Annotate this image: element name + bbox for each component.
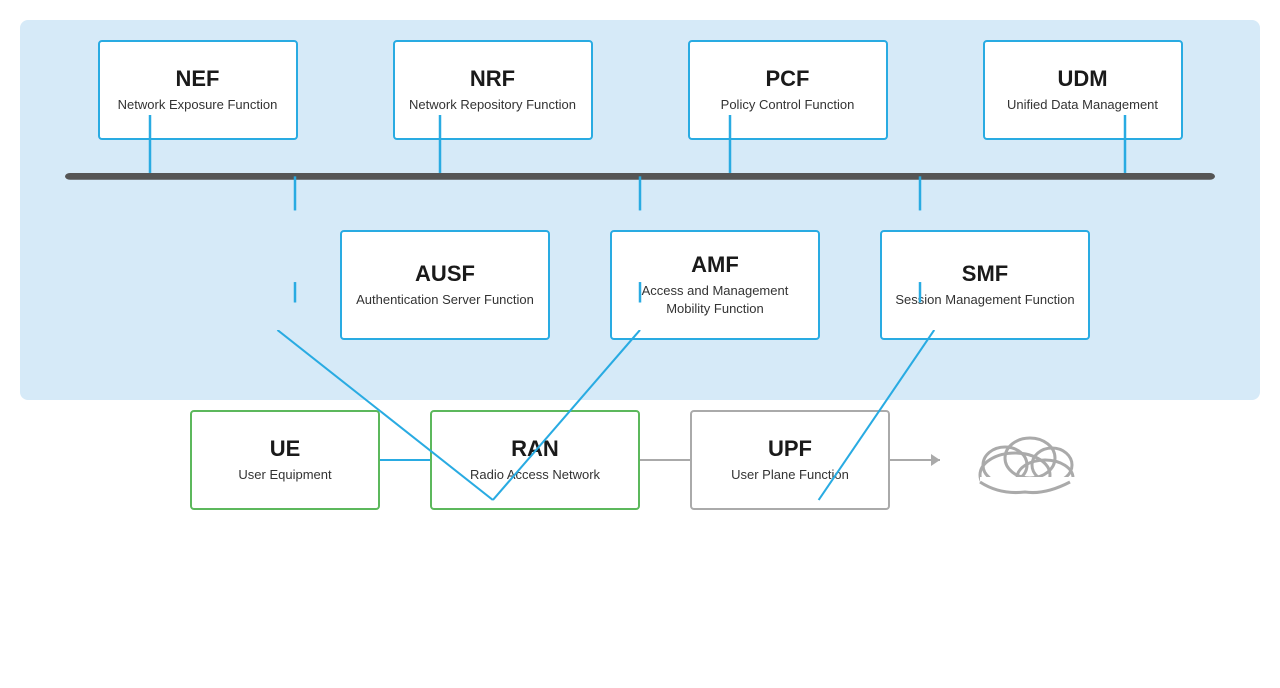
smf-box: SMF Session Management Function <box>880 230 1090 340</box>
ausf-subtitle: Authentication Server Function <box>356 291 534 309</box>
smf-subtitle: Session Management Function <box>895 291 1074 309</box>
bottom-section: UE User Equipment RAN Radio Access Netwo… <box>20 410 1260 510</box>
udm-box: UDM Unified Data Management <box>983 40 1183 140</box>
nrf-subtitle: Network Repository Function <box>409 96 576 114</box>
upf-cloud-connector <box>890 459 940 462</box>
ran-upf-connector <box>640 459 690 462</box>
ue-box: UE User Equipment <box>190 410 380 510</box>
ran-box: RAN Radio Access Network <box>430 410 640 510</box>
amf-subtitle: Access and Management Mobility Function <box>624 282 806 318</box>
ran-subtitle: Radio Access Network <box>470 466 600 484</box>
upf-title: UPF <box>768 436 812 462</box>
upf-subtitle: User Plane Function <box>731 466 849 484</box>
ue-subtitle: User Equipment <box>238 466 331 484</box>
smf-title: SMF <box>962 261 1008 287</box>
amf-title: AMF <box>691 252 739 278</box>
amf-box: AMF Access and Management Mobility Funct… <box>610 230 820 340</box>
nef-box: NEF Network Exposure Function <box>98 40 298 140</box>
pcf-subtitle: Policy Control Function <box>721 96 855 114</box>
pcf-box: PCF Policy Control Function <box>688 40 888 140</box>
ausf-title: AUSF <box>415 261 475 287</box>
nrf-box: NRF Network Repository Function <box>393 40 593 140</box>
bottom-row: UE User Equipment RAN Radio Access Netwo… <box>20 410 1260 510</box>
upf-box: UPF User Plane Function <box>690 410 890 510</box>
ue-title: UE <box>270 436 301 462</box>
ausf-box: AUSF Authentication Server Function <box>340 230 550 340</box>
ue-ran-connector <box>380 459 430 462</box>
udm-title: UDM <box>1057 66 1107 92</box>
top-row: NEF Network Exposure Function NRF Networ… <box>50 40 1230 140</box>
nef-title: NEF <box>176 66 220 92</box>
second-row: AUSF Authentication Server Function AMF … <box>50 230 1230 340</box>
nrf-title: NRF <box>470 66 515 92</box>
ran-title: RAN <box>511 436 559 462</box>
cloud-icon <box>970 420 1090 500</box>
udm-subtitle: Unified Data Management <box>1007 96 1158 114</box>
pcf-title: PCF <box>766 66 810 92</box>
core-network-area: NEF Network Exposure Function NRF Networ… <box>20 20 1260 400</box>
nef-subtitle: Network Exposure Function <box>118 96 278 114</box>
